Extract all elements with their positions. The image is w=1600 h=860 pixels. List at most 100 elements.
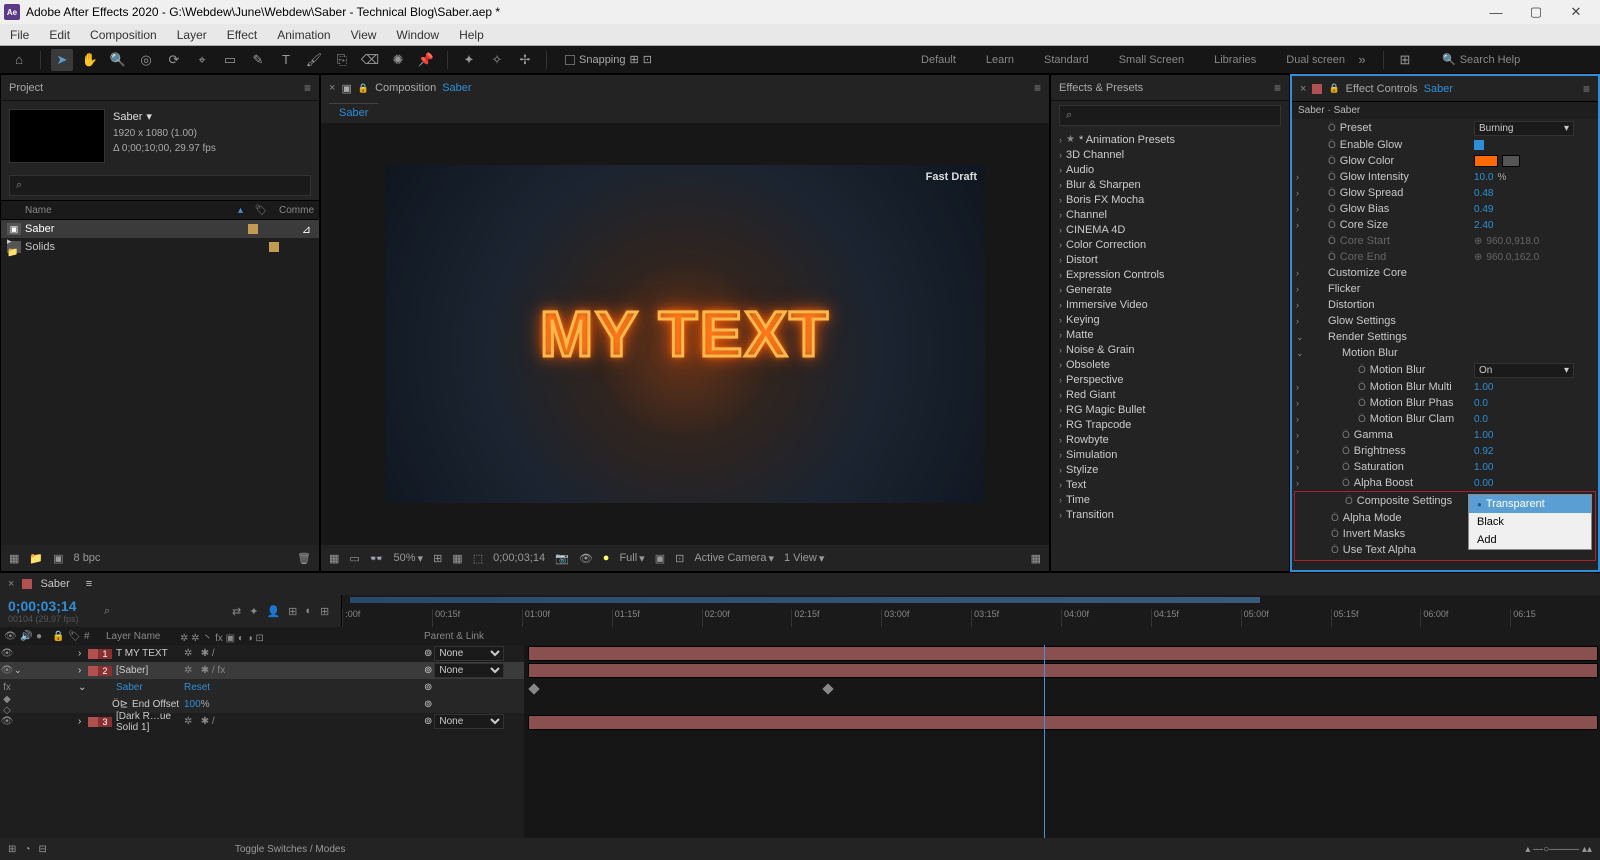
- stopwatch-icon[interactable]: Ö⊵: [112, 699, 128, 710]
- motion-blur-dropdown[interactable]: On▾: [1474, 363, 1574, 378]
- interpret-footage-icon[interactable]: ▦: [9, 552, 19, 565]
- effect-property[interactable]: ›ÖAlpha Boost0.00: [1292, 475, 1598, 491]
- col-parent[interactable]: Parent & Link: [424, 631, 524, 642]
- effects-search[interactable]: ⌕: [1059, 105, 1281, 126]
- effect-category[interactable]: ›Blur & Sharpen: [1051, 177, 1289, 192]
- stopwatch-icon[interactable]: Ö: [1328, 204, 1336, 215]
- orbit-tool-icon[interactable]: ◎: [135, 49, 157, 71]
- effect-category[interactable]: ›Perspective: [1051, 372, 1289, 387]
- effect-category[interactable]: ›Matte: [1051, 327, 1289, 342]
- color-swatch[interactable]: [1474, 155, 1498, 167]
- effect-property[interactable]: ⌄Motion Blur: [1292, 345, 1598, 361]
- current-time-indicator[interactable]: [1044, 645, 1045, 838]
- visibility-icon[interactable]: 👁: [0, 665, 14, 676]
- timeline-layer-row[interactable]: 👁 › 1 T MY TEXT ✲ ✱ / ⊚None: [0, 645, 524, 662]
- snap-opt2-icon[interactable]: ⊡: [643, 53, 652, 66]
- project-item[interactable]: ▣Saber⊿: [1, 220, 319, 238]
- effect-row[interactable]: fx⌄SaberReset⊚: [0, 679, 524, 696]
- column-comment[interactable]: Comme: [279, 205, 319, 216]
- workspace-dual-screen[interactable]: Dual screen: [1286, 54, 1345, 66]
- effect-property[interactable]: ›Glow Settings: [1292, 313, 1598, 329]
- frame-blend-icon[interactable]: ⊞: [288, 605, 297, 618]
- viewport[interactable]: Fast Draft MY TEXT: [321, 123, 1049, 545]
- layer-name[interactable]: T MY TEXT: [112, 648, 184, 659]
- camera-dropdown[interactable]: Active Camera▾: [694, 552, 774, 565]
- effect-category[interactable]: ›Time: [1051, 492, 1289, 507]
- toggle-transparent-icon[interactable]: ⊞: [8, 844, 16, 855]
- pickwhip-icon[interactable]: ⊚: [424, 716, 432, 727]
- time-ruler[interactable]: :00f00:15f01:00f01:15f02:00f02:15f03:00f…: [341, 595, 1600, 627]
- effect-category[interactable]: ›CINEMA 4D: [1051, 222, 1289, 237]
- stopwatch-icon[interactable]: Ö: [1328, 156, 1336, 167]
- menu-effect[interactable]: Effect: [223, 26, 261, 44]
- flowchart-icon[interactable]: ⊿: [302, 223, 311, 236]
- shape-tool-icon[interactable]: ▭: [219, 49, 241, 71]
- delete-icon[interactable]: 🗑: [297, 552, 311, 565]
- stopwatch-icon[interactable]: Ö: [1331, 513, 1339, 524]
- selection-tool-icon[interactable]: ➤: [51, 49, 73, 71]
- new-comp-icon[interactable]: ▣: [53, 552, 63, 565]
- menu-layer[interactable]: Layer: [173, 26, 211, 44]
- shy-icon[interactable]: 👤: [266, 605, 280, 618]
- graph-editor-icon[interactable]: ⊞: [320, 605, 329, 618]
- effect-name[interactable]: Saber: [112, 682, 184, 693]
- column-label[interactable]: 🏷: [243, 205, 279, 216]
- timeline-tab[interactable]: Saber: [40, 578, 69, 590]
- keyframe-icon[interactable]: [528, 683, 539, 694]
- lock-icon[interactable]: 🔒: [358, 83, 369, 94]
- resolution-icon[interactable]: ⊞: [433, 552, 442, 565]
- stopwatch-icon[interactable]: Ö: [1345, 496, 1353, 507]
- effect-property[interactable]: ›ÖSaturation1.00: [1292, 459, 1598, 475]
- current-timecode[interactable]: 0;00;03;14: [493, 552, 545, 564]
- effect-category[interactable]: ›Audio: [1051, 162, 1289, 177]
- effect-property[interactable]: ›Distortion: [1292, 297, 1598, 313]
- effect-property[interactable]: ›ÖMotion Blur Phas0.0: [1292, 395, 1598, 411]
- effect-category[interactable]: ›Simulation: [1051, 447, 1289, 462]
- stopwatch-icon[interactable]: Ö: [1342, 430, 1350, 441]
- text-tool-icon[interactable]: T: [275, 49, 297, 71]
- bit-depth[interactable]: 8 bpc: [74, 552, 101, 564]
- stopwatch-icon[interactable]: Ö: [1358, 414, 1366, 425]
- pickwhip-icon[interactable]: ⊚: [424, 648, 432, 659]
- puppet-tool-icon[interactable]: 📌: [415, 49, 437, 71]
- menu-view[interactable]: View: [347, 26, 381, 44]
- toggle-mask-icon[interactable]: ▭: [349, 552, 359, 565]
- layer-bar[interactable]: [528, 663, 1598, 678]
- effect-category[interactable]: ›Generate: [1051, 282, 1289, 297]
- region-of-interest-icon[interactable]: ⊡: [675, 552, 684, 565]
- eraser-tool-icon[interactable]: ⌫: [359, 49, 381, 71]
- motion-blur-icon[interactable]: ◐: [305, 605, 312, 618]
- effect-property[interactable]: ›Flicker: [1292, 281, 1598, 297]
- effect-category[interactable]: ›RG Trapcode: [1051, 417, 1289, 432]
- resolution-dropdown[interactable]: Full▾: [619, 552, 644, 565]
- effect-category[interactable]: ›Expression Controls: [1051, 267, 1289, 282]
- current-timecode[interactable]: 0;00;03;14: [8, 598, 92, 614]
- workspace-learn[interactable]: Learn: [986, 54, 1014, 66]
- stopwatch-icon[interactable]: Ö: [1331, 545, 1339, 556]
- panel-close-icon[interactable]: ×: [1300, 83, 1306, 95]
- panel-menu-icon[interactable]: ≡: [1034, 81, 1041, 95]
- layer-name[interactable]: [Dark R…ue Solid 1]: [112, 711, 184, 733]
- menu-file[interactable]: File: [6, 26, 33, 44]
- home-icon[interactable]: ⌂: [8, 49, 30, 71]
- layer-bar[interactable]: [528, 715, 1598, 730]
- region-icon[interactable]: 👓: [370, 552, 384, 565]
- visibility-icon[interactable]: 👁: [0, 716, 14, 727]
- toggle-switches-modes[interactable]: Toggle Switches / Modes: [235, 844, 346, 855]
- timeline-layer-row[interactable]: 👁 › 3 [Dark R…ue Solid 1] ✲ ✱ / ⊚None: [0, 713, 524, 730]
- menu-animation[interactable]: Animation: [273, 26, 334, 44]
- view-options-icon[interactable]: ▦: [1031, 552, 1041, 565]
- stopwatch-icon[interactable]: Ö: [1358, 365, 1366, 376]
- reset-link[interactable]: Reset: [184, 682, 424, 693]
- menu-edit[interactable]: Edit: [45, 26, 74, 44]
- effect-property[interactable]: ›ÖGamma1.00: [1292, 427, 1598, 443]
- search-help[interactable]: 🔍 Search Help: [1442, 53, 1592, 66]
- effect-property[interactable]: ›ÖGlow Spread0.48: [1292, 185, 1598, 201]
- effect-property[interactable]: ÖPresetBurning▾: [1292, 119, 1598, 137]
- frame-blend-icon[interactable]: ⊟: [38, 844, 46, 855]
- effect-property[interactable]: ⌄Render Settings: [1292, 329, 1598, 345]
- minimize-button[interactable]: —: [1476, 0, 1516, 24]
- effect-category[interactable]: ›Stylize: [1051, 462, 1289, 477]
- timeline-search[interactable]: ⌕: [100, 603, 220, 620]
- panel-menu-icon[interactable]: ≡: [1583, 82, 1590, 96]
